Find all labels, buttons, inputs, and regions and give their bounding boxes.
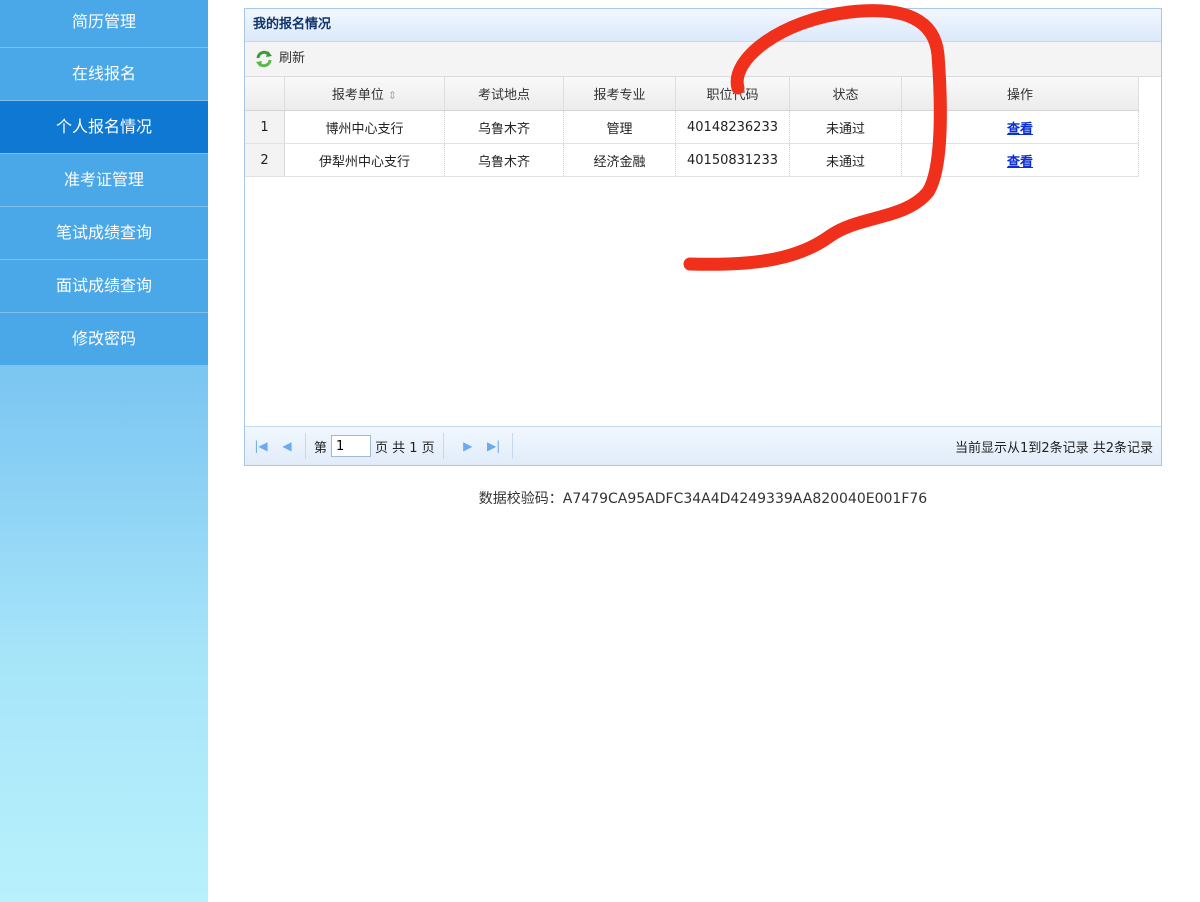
cell-action: 查看 xyxy=(901,143,1139,177)
data-checksum: 数据校验码：A7479CA95ADFC34A4D4249339AA820040E… xyxy=(478,491,928,507)
cell-unit: 博州中心支行 xyxy=(284,110,445,144)
page-prefix: 第 xyxy=(314,440,328,456)
row-number: 2 xyxy=(245,143,285,177)
cell-status: 未通过 xyxy=(789,110,902,144)
cell-major: 管理 xyxy=(563,110,676,144)
sidebar-item-change-password[interactable]: 修改密码 xyxy=(0,313,208,366)
cell-status: 未通过 xyxy=(789,143,902,177)
cell-location: 乌鲁木齐 xyxy=(444,143,564,177)
pager-divider xyxy=(511,433,513,459)
sidebar-item-online-registration[interactable]: 在线报名 xyxy=(0,48,208,101)
registration-table: 报考单位 ⇕ 考试地点 报考专业 职位代码 状态 操作 1 博州中心支行 乌鲁木齐… xyxy=(245,77,1139,177)
table-row: 1 博州中心支行 乌鲁木齐 管理 40148236233 未通过 查看 xyxy=(245,110,1139,144)
page-total: 页 共 1 页 xyxy=(375,440,435,456)
panel-title: 我的报名情况 xyxy=(245,9,1161,42)
pager-divider xyxy=(442,433,444,459)
sort-icon[interactable]: ⇕ xyxy=(388,89,397,102)
registration-panel: 我的报名情况 刷新 报考单位 ⇕ 考试地点 报考专业 职位代码 状态 操作 1 … xyxy=(244,8,1162,466)
record-info: 当前显示从1到2条记录 共2条记录 xyxy=(955,440,1153,456)
rownum-header xyxy=(245,77,285,111)
refresh-button[interactable]: 刷新 xyxy=(255,42,305,76)
view-link[interactable]: 查看 xyxy=(1007,155,1033,170)
last-page-icon[interactable]: ▶| xyxy=(484,439,504,453)
sidebar-item-personal-registration[interactable]: 个人报名情况 xyxy=(0,101,208,154)
column-header-status: 状态 xyxy=(789,77,902,111)
sidebar-item-written-score[interactable]: 笔试成绩查询 xyxy=(0,207,208,260)
toolbar: 刷新 xyxy=(245,42,1161,77)
refresh-icon xyxy=(256,50,272,68)
cell-unit: 伊犁州中心支行 xyxy=(284,143,445,177)
column-header-action: 操作 xyxy=(901,77,1139,111)
column-header-major: 报考专业 xyxy=(563,77,676,111)
table-row: 2 伊犁州中心支行 乌鲁木齐 经济金融 40150831233 未通过 查看 xyxy=(245,143,1139,177)
sidebar: 简历管理 在线报名 个人报名情况 准考证管理 笔试成绩查询 面试成绩查询 修改密… xyxy=(0,0,208,902)
row-number: 1 xyxy=(245,110,285,144)
pager-divider xyxy=(305,433,306,459)
cell-major: 经济金融 xyxy=(563,143,676,177)
page-number-input[interactable] xyxy=(331,435,372,457)
column-header-code: 职位代码 xyxy=(675,77,790,111)
table-header-row: 报考单位 ⇕ 考试地点 报考专业 职位代码 状态 操作 xyxy=(245,77,1139,111)
column-header-location: 考试地点 xyxy=(444,77,564,111)
view-link[interactable]: 查看 xyxy=(1007,122,1033,137)
sidebar-item-interview-score[interactable]: 面试成绩查询 xyxy=(0,260,208,313)
next-page-icon[interactable]: ▶ xyxy=(458,439,478,453)
cell-action: 查看 xyxy=(901,110,1139,144)
cell-code: 40148236233 xyxy=(675,110,790,144)
sidebar-item-resume[interactable]: 简历管理 xyxy=(0,0,208,48)
first-page-icon[interactable]: |◀ xyxy=(251,439,271,453)
cell-location: 乌鲁木齐 xyxy=(444,110,564,144)
refresh-label: 刷新 xyxy=(279,51,306,66)
pagination-bar: |◀ ◀ 第 页 共 1 页 ▶ ▶| 当前显示从1到2条记录 共2条记录 xyxy=(245,426,1161,465)
prev-page-icon[interactable]: ◀ xyxy=(277,439,297,453)
cell-code: 40150831233 xyxy=(675,143,790,177)
sidebar-item-admission-ticket[interactable]: 准考证管理 xyxy=(0,154,208,207)
column-header-unit[interactable]: 报考单位 ⇕ xyxy=(284,77,445,111)
